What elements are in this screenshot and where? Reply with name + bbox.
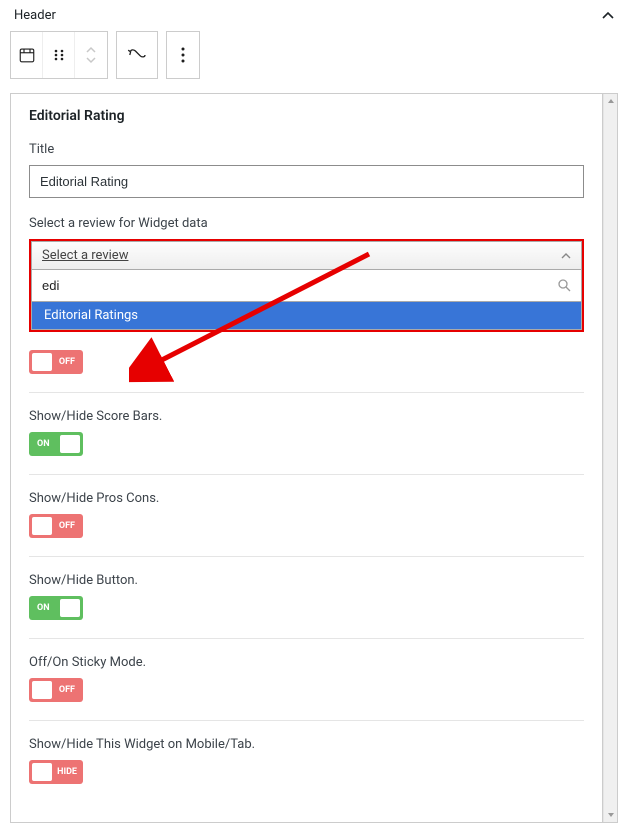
block-toolbar xyxy=(6,31,622,89)
toggle-score-bars[interactable]: ON xyxy=(29,432,83,456)
toggle-0[interactable]: OFF xyxy=(29,350,83,374)
toggle-knob xyxy=(32,353,52,371)
toggle-section-2: Show/Hide Pros Cons. OFF xyxy=(29,474,584,556)
drag-handle-icon[interactable] xyxy=(43,32,75,78)
section-label-4: Off/On Sticky Mode. xyxy=(29,655,584,670)
chevron-up-icon xyxy=(561,251,571,261)
title-input[interactable] xyxy=(29,165,584,198)
review-search-input[interactable] xyxy=(36,274,558,297)
section-label-1: Show/Hide Score Bars. xyxy=(29,409,584,424)
collapse-icon[interactable] xyxy=(602,10,614,22)
section-label-5: Show/Hide This Widget on Mobile/Tab. xyxy=(29,737,584,752)
toolbar-group-1 xyxy=(10,31,108,79)
toggle-knob xyxy=(32,517,52,535)
toggle-mobile[interactable]: HIDE xyxy=(29,760,83,784)
section-label-3: Show/Hide Button. xyxy=(29,573,584,588)
review-label: Select a review for Widget data xyxy=(29,216,584,231)
review-select[interactable]: Select a review Editorial Ratings xyxy=(29,239,584,332)
toggle-label: OFF xyxy=(59,685,75,695)
block-type-icon[interactable] xyxy=(11,32,43,78)
toggle-button[interactable]: ON xyxy=(29,596,83,620)
title-label: Title xyxy=(29,142,584,157)
toggle-section-1: Show/Hide Score Bars. ON xyxy=(29,392,584,474)
toggle-knob xyxy=(60,435,80,453)
toggle-label: ON xyxy=(37,603,50,613)
settings-panel: Editorial Rating Title Select a review f… xyxy=(10,93,618,823)
move-updown-icon[interactable] xyxy=(75,32,107,78)
toggle-pros-cons[interactable]: OFF xyxy=(29,514,83,538)
toggle-knob xyxy=(32,763,52,781)
scrollbar[interactable] xyxy=(603,94,617,822)
toggle-knob xyxy=(32,681,52,699)
review-search-wrap xyxy=(31,270,582,302)
section-label-2: Show/Hide Pros Cons. xyxy=(29,491,584,506)
toggle-section-4: Off/On Sticky Mode. OFF xyxy=(29,638,584,720)
toggle-knob xyxy=(60,599,80,617)
panel-scroll-area: Editorial Rating Title Select a review f… xyxy=(11,94,603,822)
toggle-section-0: OFF xyxy=(29,340,584,392)
search-icon xyxy=(558,279,577,292)
panel-title: Editorial Rating xyxy=(29,108,584,124)
scroll-up-icon[interactable] xyxy=(604,94,617,108)
toolbar-group-2 xyxy=(116,31,158,79)
toggle-label: HIDE xyxy=(57,767,77,777)
toggle-sticky[interactable]: OFF xyxy=(29,678,83,702)
toggle-label: ON xyxy=(37,439,50,449)
header-row: Header xyxy=(6,6,622,31)
toggle-label: OFF xyxy=(59,521,75,531)
toggle-label: OFF xyxy=(59,357,75,367)
review-selected-text: Select a review xyxy=(42,248,128,263)
more-options-icon[interactable] xyxy=(167,32,199,78)
review-select-display[interactable]: Select a review xyxy=(31,241,582,270)
header-label: Header xyxy=(14,8,56,23)
toggle-section-5: Show/Hide This Widget on Mobile/Tab. HID… xyxy=(29,720,584,802)
toolbar-group-3 xyxy=(166,31,200,79)
transform-icon[interactable] xyxy=(117,32,157,78)
scroll-down-icon[interactable] xyxy=(604,808,617,822)
toggle-section-3: Show/Hide Button. ON xyxy=(29,556,584,638)
review-option[interactable]: Editorial Ratings xyxy=(31,302,582,330)
